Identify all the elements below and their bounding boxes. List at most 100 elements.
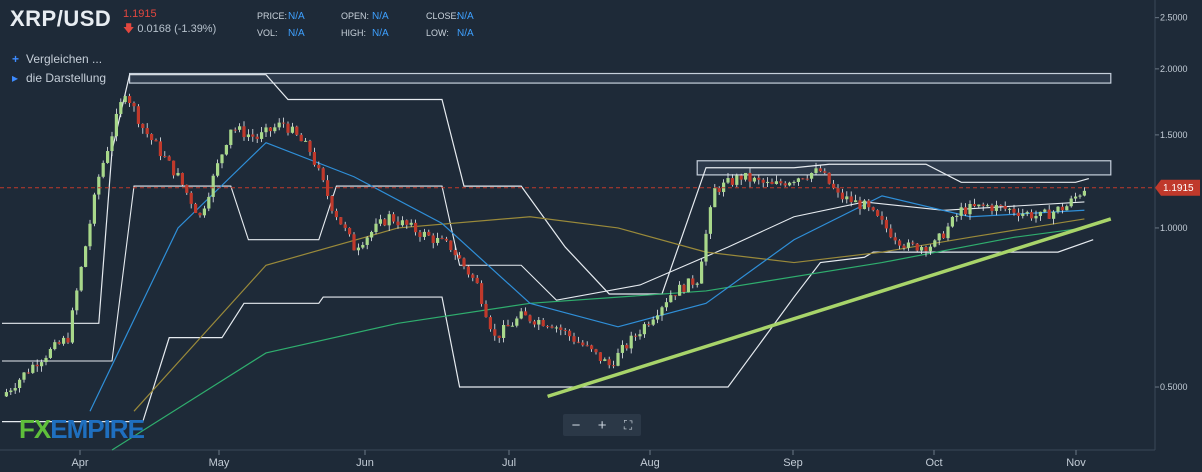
display-button[interactable]: ▸ die Darstellung [12,71,106,85]
candle-body [317,164,321,169]
candle-body [462,258,466,267]
candle-body [893,237,897,241]
candle-body [475,277,479,284]
candle-body [744,172,748,180]
candle-body [1082,190,1086,196]
candle-body [700,261,704,284]
compare-button[interactable]: + Vergleichen ... [12,52,102,66]
candle-body [1030,212,1034,219]
price-chart[interactable]: 2.5000 2.0000 1.5000 1.0000 0.5000 Apr May Jun J… [0,0,1202,472]
candle-body [233,129,237,131]
candle-body [964,207,968,215]
candle-body [735,175,739,185]
x-tick-label: Nov [1066,457,1086,469]
candle-body [312,152,316,165]
fullscreen-icon[interactable]: ⛶ [624,419,632,431]
candle-body [761,179,765,183]
candle-body [937,233,941,241]
candle-body [458,255,462,259]
candle-body [172,160,176,176]
candle-body [163,156,167,158]
ohlc-low: LOW: N/A [426,28,474,39]
symbol-title: XRP/USD [10,6,112,31]
candle-body [1065,206,1069,211]
candle-body [990,205,994,211]
candle-body [299,134,303,142]
zoom-in-button[interactable]: + [598,418,607,433]
candle-body [849,196,853,203]
candle-body [576,341,580,343]
candle-body [374,223,378,233]
candle-body [942,233,946,239]
candle-body [277,122,281,128]
candle-body [616,352,620,366]
candle-body [387,214,391,226]
candle-body [876,210,880,216]
candle-body [1008,208,1012,210]
resistance-zone [129,72,1112,84]
candle-body [106,151,110,163]
candle-body [18,379,22,389]
candle-body [898,240,902,246]
candle-body [255,136,259,139]
candle-body [598,352,602,361]
candle-body [308,140,312,153]
candle-body [590,345,594,350]
candle-body [612,365,616,367]
candle-body [1003,205,1007,209]
candle-body [638,334,642,337]
change-value: 0.0168 (-1.39%) [137,23,217,35]
ohlc-close: CLOSE:N/A [426,11,474,22]
candle-body [568,330,572,337]
candle-body [444,238,448,241]
candle-body [981,204,985,206]
candle-body [466,266,470,275]
zoom-controls: − + ⛶ [563,414,641,436]
candle-body [950,216,954,227]
candle-body [273,127,277,132]
candle-body [594,349,598,353]
zoom-out-button[interactable]: − [572,418,581,433]
candle-body [994,205,998,211]
candle-body [550,326,554,328]
x-tick-label: Apr [71,457,88,469]
candle-body [383,219,387,226]
candle-body [224,144,228,155]
y-tick-label: 1.0000 [1160,223,1188,233]
candle-body [563,330,567,332]
candle-body [295,126,299,135]
candle-body [889,228,893,238]
candle-body [708,207,712,234]
candle-body [647,324,651,326]
candle-body [238,126,242,130]
candle-body [110,136,114,152]
candle-body [845,196,849,200]
candle-body [154,140,158,142]
candle-body [1074,196,1078,199]
candle-body [84,246,88,267]
candle-body [660,307,664,316]
candle-body [871,207,875,211]
candle-body [194,203,198,213]
candle-body [968,203,972,215]
candle-body [924,247,928,252]
chart-widget: 2.5000 2.0000 1.5000 1.0000 0.5000 Apr May Jun J… [0,0,1202,472]
candle-body [572,336,576,342]
candle-body [9,390,13,393]
candle-body [264,127,268,133]
plus-icon: + [12,52,20,66]
candle-body [739,175,743,180]
candle-body [97,176,101,195]
candle-body [211,175,215,197]
current-price-label: 1.1915 [1163,183,1194,194]
candle-body [959,207,963,216]
candle-body [436,237,440,243]
candle-body [915,243,919,251]
candle-body [840,192,844,200]
candle-body [1069,198,1073,207]
candle-body [1043,209,1047,212]
candle-body [405,220,409,225]
candle-body [330,195,334,211]
candle-body [400,220,404,226]
candle-body [48,349,52,358]
